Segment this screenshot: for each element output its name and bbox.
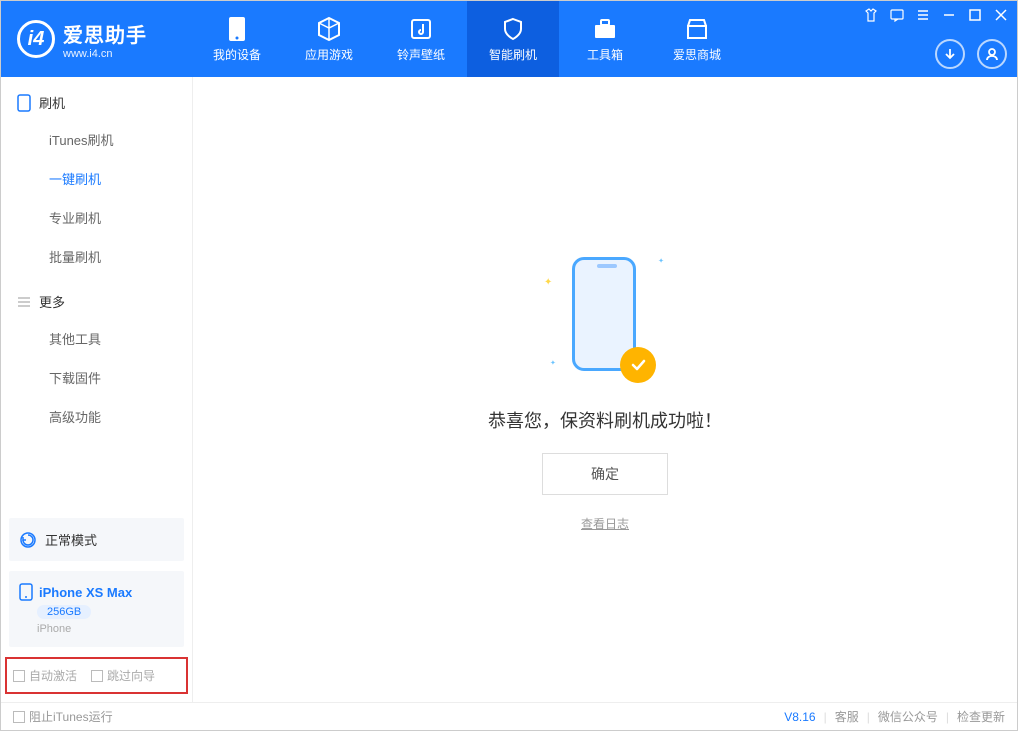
- tab-apps-games[interactable]: 应用游戏: [283, 1, 375, 77]
- sidebar-group-more: 更多: [1, 276, 192, 319]
- storage-badge: 256GB: [37, 605, 91, 619]
- highlighted-checkbox-row: 自动激活 跳过向导: [5, 657, 188, 694]
- sidebar-item-batch-flash[interactable]: 批量刷机: [1, 237, 192, 276]
- feedback-icon[interactable]: [889, 7, 905, 23]
- footer-right: V8.16 | 客服 | 微信公众号 | 检查更新: [784, 708, 1005, 725]
- sidebar-item-download-firmware[interactable]: 下载固件: [1, 358, 192, 397]
- music-icon: [408, 16, 434, 42]
- tab-toolbox[interactable]: 工具箱: [559, 1, 651, 77]
- cube-icon: [316, 16, 342, 42]
- nav-tabs: 我的设备 应用游戏 铃声壁纸 智能刷机 工具箱 爱思商城: [191, 1, 743, 77]
- success-illustration: ✦ ✦ ✦: [550, 247, 660, 387]
- menu-icon[interactable]: [915, 7, 931, 23]
- download-icon[interactable]: [935, 39, 965, 69]
- toolbox-icon: [592, 16, 618, 42]
- support-link[interactable]: 客服: [835, 708, 859, 725]
- check-update-link[interactable]: 检查更新: [957, 708, 1005, 725]
- device-type: iPhone: [37, 623, 174, 635]
- header-right-icons: [935, 39, 1007, 69]
- logo-text: 爱思助手 www.i4.cn: [63, 19, 147, 60]
- window-controls: [863, 7, 1009, 23]
- mode-box[interactable]: 正常模式: [9, 518, 184, 561]
- logo-area: i4 爱思助手 www.i4.cn: [1, 19, 191, 60]
- checkbox-icon: [13, 711, 25, 723]
- sidebar-item-other-tools[interactable]: 其他工具: [1, 319, 192, 358]
- phone-icon: [224, 16, 250, 42]
- tab-store[interactable]: 爱思商城: [651, 1, 743, 77]
- confirm-button[interactable]: 确定: [542, 453, 668, 495]
- refresh-icon: [19, 531, 37, 549]
- checkbox-icon: [91, 670, 103, 682]
- phone-outline-icon: [19, 583, 33, 601]
- sidebar-item-itunes-flash[interactable]: iTunes刷机: [1, 120, 192, 159]
- checkmark-icon: [620, 347, 656, 383]
- device-icon: [17, 94, 31, 112]
- mode-label: 正常模式: [45, 530, 97, 549]
- logo-icon: i4: [17, 20, 55, 58]
- device-name-row: iPhone XS Max: [19, 583, 174, 601]
- header: i4 爱思助手 www.i4.cn 我的设备 应用游戏 铃声壁纸 智能刷机 工具…: [1, 1, 1017, 77]
- tab-smart-flash[interactable]: 智能刷机: [467, 1, 559, 77]
- maximize-icon[interactable]: [967, 7, 983, 23]
- main: 刷机 iTunes刷机 一键刷机 专业刷机 批量刷机 更多 其他工具 下载固件 …: [1, 77, 1017, 702]
- app-name: 爱思助手: [63, 19, 147, 48]
- device-box[interactable]: iPhone XS Max 256GB iPhone: [9, 571, 184, 647]
- shield-icon: [500, 16, 526, 42]
- sidebar-item-advanced[interactable]: 高级功能: [1, 397, 192, 436]
- minimize-icon[interactable]: [941, 7, 957, 23]
- success-message: 恭喜您，保资料刷机成功啦！: [488, 407, 722, 433]
- sidebar-item-oneclick-flash[interactable]: 一键刷机: [1, 159, 192, 198]
- view-log-link[interactable]: 查看日志: [581, 515, 629, 532]
- footer: 阻止iTunes运行 V8.16 | 客服 | 微信公众号 | 检查更新: [1, 702, 1017, 730]
- sidebar: 刷机 iTunes刷机 一键刷机 专业刷机 批量刷机 更多 其他工具 下载固件 …: [1, 77, 193, 702]
- version-label: V8.16: [784, 710, 815, 724]
- tab-ringtone-wallpaper[interactable]: 铃声壁纸: [375, 1, 467, 77]
- checkbox-block-itunes[interactable]: 阻止iTunes运行: [13, 708, 113, 725]
- tab-my-device[interactable]: 我的设备: [191, 1, 283, 77]
- checkbox-auto-activate[interactable]: 自动激活: [13, 667, 77, 684]
- content: ✦ ✦ ✦ 恭喜您，保资料刷机成功啦！ 确定 查看日志: [193, 77, 1017, 702]
- close-icon[interactable]: [993, 7, 1009, 23]
- user-icon[interactable]: [977, 39, 1007, 69]
- checkbox-icon: [13, 670, 25, 682]
- list-icon: [17, 295, 31, 309]
- app-url: www.i4.cn: [63, 48, 147, 60]
- store-icon: [684, 16, 710, 42]
- sidebar-item-pro-flash[interactable]: 专业刷机: [1, 198, 192, 237]
- tshirt-icon[interactable]: [863, 7, 879, 23]
- sidebar-group-flash: 刷机: [1, 77, 192, 120]
- wechat-link[interactable]: 微信公众号: [878, 708, 938, 725]
- checkbox-skip-guide[interactable]: 跳过向导: [91, 667, 155, 684]
